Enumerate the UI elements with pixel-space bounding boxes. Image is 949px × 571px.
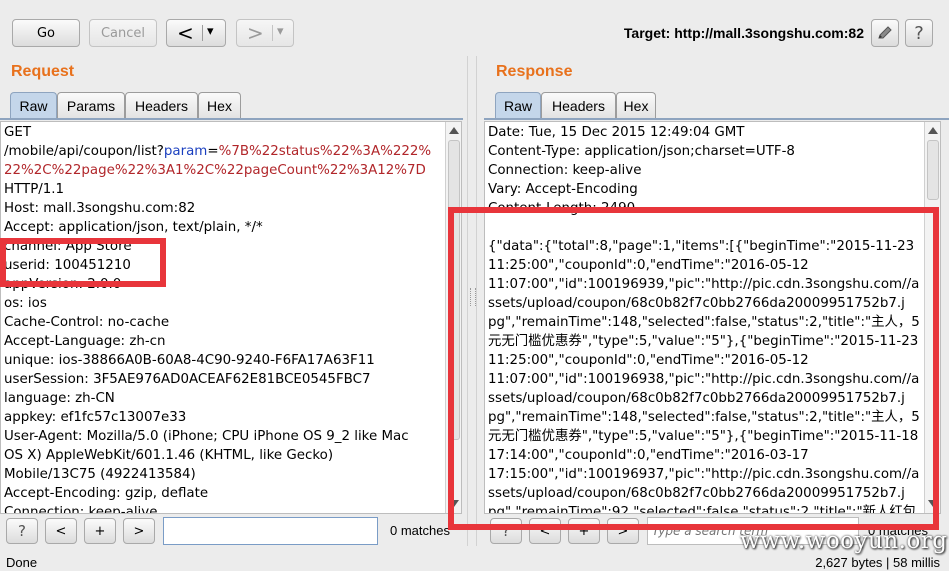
scroll-up-icon[interactable] [449, 127, 459, 134]
request-search-input[interactable] [163, 517, 378, 545]
edit-target-button[interactable] [871, 19, 899, 47]
request-line: Host: mall.3songshu.com:82 [4, 201, 196, 216]
forward-arrow-icon: > [247, 21, 264, 45]
request-line: Accept-Encoding: gzip, deflate [4, 486, 209, 501]
help-button[interactable]: ? [905, 19, 933, 47]
status-right: 2,627 bytes | 58 millis [815, 555, 940, 570]
request-line: userSession: 3F5AE976AD0ACEAF62E81BCE054… [4, 372, 371, 387]
go-button[interactable]: Go [12, 19, 80, 47]
response-title: Response [496, 63, 573, 80]
request-search-help-button[interactable]: ? [6, 518, 38, 544]
response-line: Connection: keep-alive [488, 163, 642, 178]
back-button[interactable]: < ▾ [166, 19, 226, 47]
request-line: Mobile/13C75 (4922413584) [4, 467, 196, 482]
tab-request-raw[interactable]: Raw [10, 92, 57, 119]
cancel-button[interactable]: Cancel [89, 19, 157, 47]
tab-request-headers[interactable]: Headers [125, 92, 198, 119]
tab-request-params[interactable]: Params [57, 92, 125, 119]
request-line: language: zh-CN [4, 391, 115, 406]
forward-button[interactable]: > ▾ [236, 19, 294, 47]
target-label: Target: http://mall.3songshu.com:82 [623, 25, 864, 41]
response-line: Content-Type: application/json;charset=U… [488, 144, 795, 159]
response-tab-underline [484, 118, 949, 120]
tab-response-raw[interactable]: Raw [495, 92, 541, 119]
response-line: Vary: Accept-Encoding [488, 182, 638, 197]
scroll-thumb[interactable] [927, 140, 939, 200]
tab-response-headers[interactable]: Headers [541, 92, 616, 119]
chevron-down-icon: ▾ [277, 24, 284, 39]
request-line: 22%2C%22page%22%3A1%2C%22pageCount%22%3A… [4, 163, 426, 178]
watermark: www.wooyun.org [740, 528, 948, 554]
request-line: Connection: keep-alive [4, 505, 158, 514]
request-search-next-button[interactable]: > [123, 518, 155, 544]
divider [202, 25, 203, 41]
highlight-box-response [448, 207, 939, 530]
highlight-box-request [0, 238, 166, 287]
request-line: User-Agent: Mozilla/5.0 (iPhone; CPU iPh… [4, 429, 409, 444]
request-line: Accept-Language: zh-cn [4, 334, 166, 349]
request-line: /mobile/api/coupon/list?param=%7B%22stat… [4, 144, 432, 159]
divider [272, 25, 273, 41]
scroll-up-icon[interactable] [928, 127, 938, 134]
request-line: os: ios [4, 296, 47, 311]
chevron-down-icon: ▾ [207, 24, 214, 39]
request-line: OS X) AppleWebKit/601.1.46 (KHTML, like … [4, 448, 334, 463]
request-line: Cache-Control: no-cache [4, 315, 170, 330]
tab-request-hex[interactable]: Hex [198, 92, 241, 119]
request-line: Accept: application/json, text/plain, */… [4, 220, 263, 235]
request-editor[interactable]: GET /mobile/api/coupon/list?param=%7B%22… [0, 121, 462, 514]
request-line: HTTP/1.1 [4, 182, 65, 197]
request-tab-underline [0, 118, 463, 120]
request-line: GET [4, 125, 32, 140]
status-left: Done [6, 555, 38, 570]
response-line: Date: Tue, 15 Dec 2015 12:49:04 GMT [488, 125, 745, 140]
request-search-prev-button[interactable]: < [45, 518, 77, 544]
request-title: Request [11, 63, 75, 80]
request-search-add-button[interactable]: + [84, 518, 116, 544]
request-line: appkey: ef1fc57c13007e33 [4, 410, 187, 425]
back-arrow-icon: < [177, 21, 194, 45]
pencil-icon [878, 26, 892, 39]
request-search-matches: 0 matches [390, 523, 450, 538]
request-line: unique: ios-38866A0B-60A8-4C90-9240-F6FA… [4, 353, 375, 368]
tab-response-hex[interactable]: Hex [616, 92, 656, 119]
